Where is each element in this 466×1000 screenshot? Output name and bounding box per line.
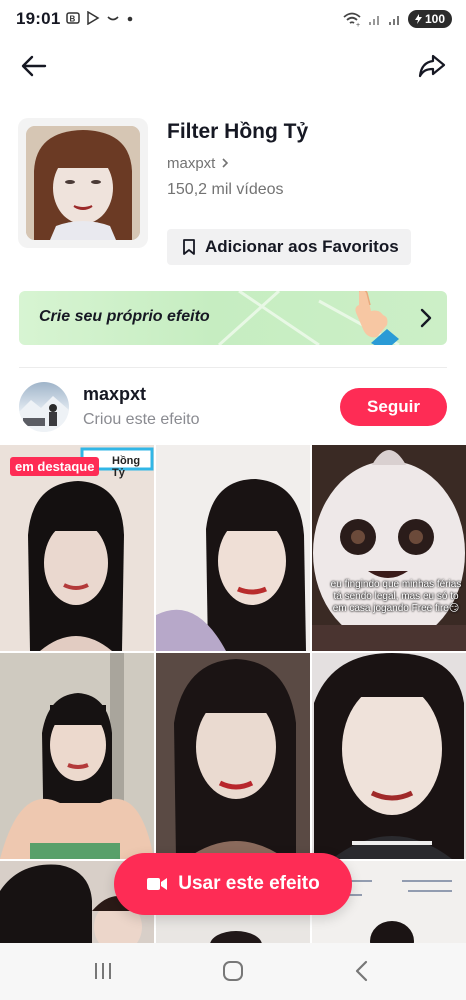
battery-saver-icon	[414, 14, 422, 24]
video-tile[interactable]	[0, 653, 154, 859]
featured-badge: em destaque	[10, 457, 100, 476]
battery-indicator: 100	[407, 10, 452, 28]
video-caption: eu fingindo que minhas férias tá sendo l…	[330, 579, 462, 614]
banner-label: Crie seu próprio efeito	[39, 308, 210, 325]
creator-subtitle: Criou este efeito	[83, 411, 200, 428]
use-effect-label: Usar este efeito	[178, 873, 320, 894]
creator-avatar[interactable]	[19, 382, 69, 432]
dot-icon	[127, 16, 133, 22]
signal-icon	[368, 16, 379, 25]
system-icons: + 100	[342, 10, 452, 28]
share-icon	[418, 54, 446, 78]
creator-link-label: maxpxt	[167, 155, 216, 172]
notification-icons: B	[66, 11, 134, 25]
effect-creator-link[interactable]: maxpxt	[167, 155, 230, 172]
arrow-left-icon	[21, 55, 47, 77]
use-effect-button[interactable]: Usar este efeito	[114, 853, 352, 915]
video-tile[interactable]	[156, 445, 310, 651]
notification-icon: B	[66, 12, 80, 24]
back-button[interactable]	[18, 50, 50, 82]
share-button[interactable]	[416, 50, 448, 82]
status-time: 19:01	[16, 9, 61, 28]
pointing-hand-icon	[355, 291, 399, 345]
video-camera-icon	[147, 878, 168, 890]
section-divider	[19, 367, 447, 368]
bookmark-icon	[183, 239, 195, 255]
video-tile[interactable]	[156, 653, 310, 859]
wifi-icon: +	[343, 12, 361, 27]
video-tile[interactable]: em destaque Hồng Tỷ	[0, 445, 154, 651]
creator-name[interactable]: maxpxt	[83, 384, 146, 405]
add-to-favorites-button[interactable]: Adicionar aos Favoritos	[167, 229, 411, 265]
smile-icon	[107, 16, 119, 21]
video-tile[interactable]	[312, 653, 466, 859]
battery-level: 100	[424, 12, 445, 26]
svg-text:+: +	[356, 22, 360, 27]
svg-text:B: B	[70, 15, 76, 24]
chevron-right-icon	[420, 308, 432, 328]
recent-apps-icon[interactable]	[92, 961, 114, 981]
system-nav-bar	[0, 943, 466, 1000]
status-bar: 19:01 B + 100	[0, 0, 466, 40]
preview-label: Hồng Tỷ	[112, 455, 141, 479]
effect-title: Filter Hồng Tỷ	[167, 120, 309, 143]
play-store-icon	[87, 11, 100, 25]
back-nav-icon[interactable]	[354, 960, 370, 982]
chevron-right-icon	[221, 158, 228, 168]
favorite-label: Adicionar aos Favoritos	[205, 237, 399, 256]
effect-thumbnail	[26, 126, 140, 240]
follow-button[interactable]: Seguir	[340, 388, 447, 426]
video-tile[interactable]: eu fingindo que minhas férias tá sendo l…	[312, 445, 466, 651]
video-count: 150,2 mil vídeos	[167, 181, 284, 198]
home-icon[interactable]	[222, 960, 244, 982]
signal-icon-2	[388, 16, 399, 25]
create-effect-banner[interactable]: Crie seu próprio efeito	[19, 291, 447, 345]
